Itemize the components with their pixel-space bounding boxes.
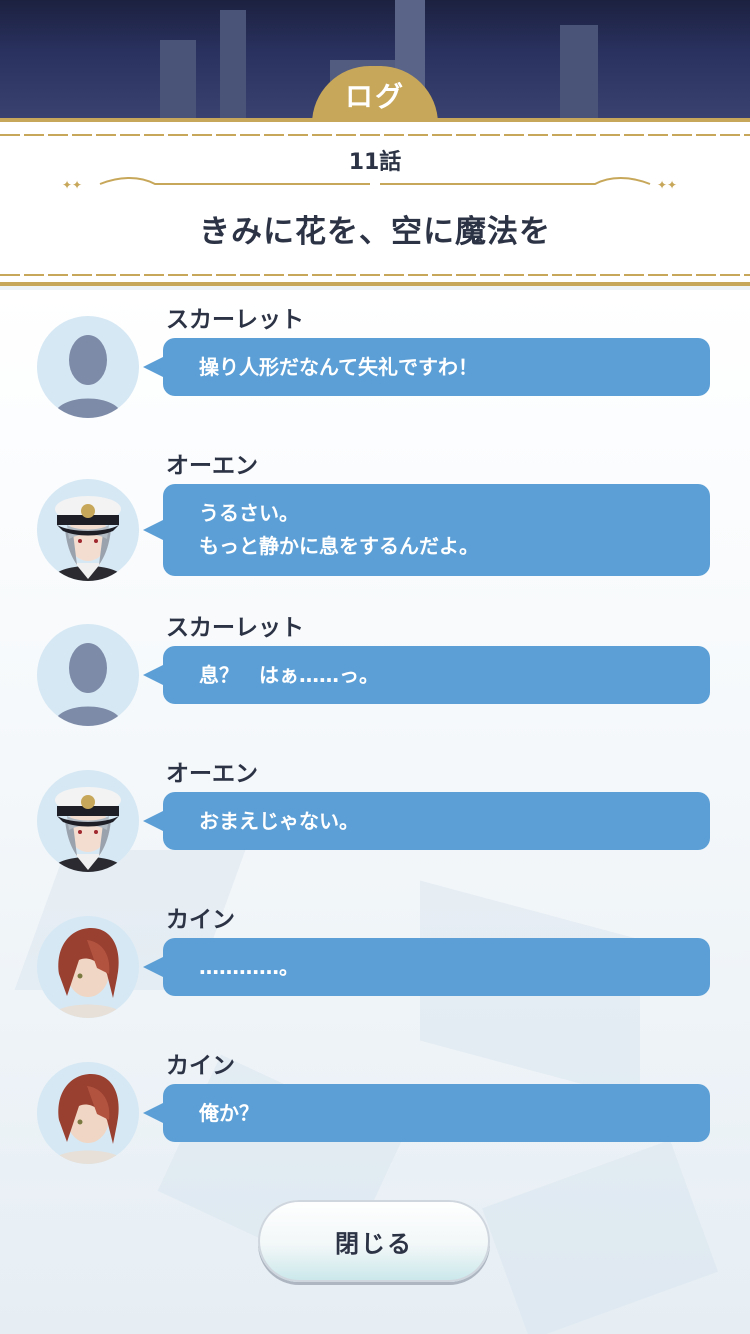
episode-number: 11話 [348, 150, 402, 175]
log-entry: カイン 俺か？ [0, 1046, 750, 1186]
speaker-name: オーエン [166, 761, 258, 787]
chapter-title: きみに花を、空に魔法を [199, 214, 551, 250]
dialogue-line: もっと静かに息をするんだよ。 [199, 534, 479, 558]
owen-avatar [37, 479, 139, 581]
dialogue-line: 操り人形だなんて失礼ですわ！ [199, 354, 478, 379]
log-entry: オーエン うるさい。 もっと静かに息をするんだよ。 [0, 446, 750, 586]
speaker-name: スカーレット [166, 615, 304, 641]
log-title: ログ [344, 80, 405, 113]
speech-bubble: …………。 [143, 938, 710, 996]
speech-bubble: 俺か？ [143, 1084, 710, 1142]
speaker-name: カイン [166, 1053, 235, 1079]
speech-bubble: おまえじゃない。 [143, 792, 710, 850]
speaker-name: オーエン [166, 453, 258, 479]
close-button-label: 閉じる [335, 1229, 413, 1258]
silhouette-avatar [37, 316, 139, 418]
log-entry: カイン …………。 [0, 900, 750, 1040]
dialogue-log[interactable]: スカーレット 操り人形だなんて失礼ですわ！ オーエン うるさい。 もっと静かに息… [0, 290, 750, 1334]
dialogue-line: おまえじゃない。 [199, 808, 359, 833]
chapter-header: 11話 ✦✦ ✦✦ きみに花を、空に魔法を [0, 118, 750, 286]
speech-bubble: 息？ はぁ……っ。 [143, 646, 710, 704]
log-entry: スカーレット 操り人形だなんて失礼ですわ！ [0, 300, 750, 440]
dialogue-line: うるさい。 [199, 501, 299, 525]
log-entry: オーエン おまえじゃない。 [0, 754, 750, 894]
speaker-name: スカーレット [166, 307, 304, 333]
owen-avatar [37, 770, 139, 872]
speech-bubble: 操り人形だなんて失礼ですわ！ [143, 338, 710, 396]
ornament-divider: ✦✦ ✦✦ [62, 177, 677, 192]
dialogue-line: 息？ はぁ……っ。 [199, 662, 379, 687]
dialogue-line: 俺か？ [199, 1100, 259, 1125]
speaker-name: カイン [166, 907, 235, 933]
close-button[interactable]: 閉じる [258, 1200, 490, 1282]
svg-text:✦✦: ✦✦ [62, 178, 82, 192]
svg-text:✦✦: ✦✦ [657, 178, 677, 192]
silhouette-avatar [37, 624, 139, 726]
dialogue-line: …………。 [199, 954, 299, 979]
cain-avatar [37, 916, 139, 1018]
log-entry: スカーレット 息？ はぁ……っ。 [0, 608, 750, 748]
speech-bubble: うるさい。 もっと静かに息をするんだよ。 [143, 484, 710, 576]
cain-avatar [37, 1062, 139, 1164]
